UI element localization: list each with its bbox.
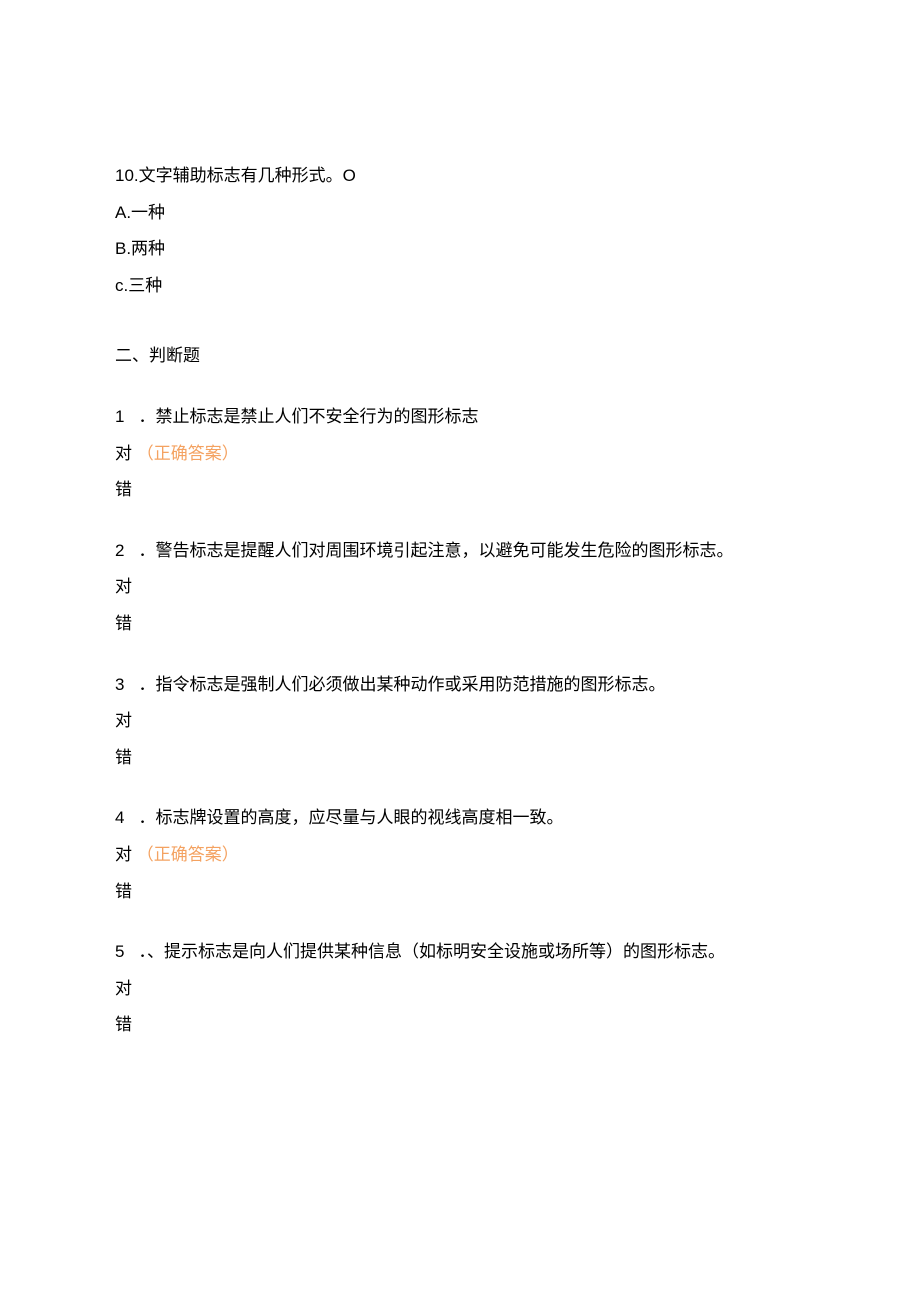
section-2-heading: 二、判断题 (115, 341, 805, 372)
tf3-num: 3 (115, 670, 124, 701)
tf3-true: 对 (115, 706, 805, 737)
tf5-num: 5 (115, 937, 124, 968)
tf4-stem-text: ．标志牌设置的高度，应尽量与人眼的视线高度相一致。 (138, 808, 563, 827)
tf2-false: 错 (115, 609, 805, 640)
tf1-num: 1 (115, 402, 124, 433)
tf4-false: 错 (115, 877, 805, 908)
tf3-false: 错 (115, 743, 805, 774)
tf5-stem-text: ．、提示标志是向人们提供某种信息（如标明安全设施或场所等）的图形标志。 (138, 942, 725, 961)
tf2-stem-text: ．警告标志是提醒人们对周围环境引起注意，以避免可能发生危险的图形标志。 (138, 541, 733, 560)
tf5-stem: 5 ．、提示标志是向人们提供某种信息（如标明安全设施或场所等）的图形标志。 (115, 937, 805, 968)
q10-option-b: B.两种 (115, 234, 805, 265)
document-page: 10.文字辅助标志有几种形式。O A.一种 B.两种 c.三种 二、判断题 1 ．… (0, 0, 920, 1127)
tf-question-1: 1 ．禁止标志是禁止人们不安全行为的图形标志 对 （正确答案） 错 (115, 402, 805, 506)
tf1-stem-text: ．禁止标志是禁止人们不安全行为的图形标志 (138, 407, 478, 426)
tf5-false: 错 (115, 1010, 805, 1041)
tf3-stem: 3 ．指令标志是强制人们必须做出某种动作或采用防范措施的图形标志。 (115, 670, 805, 701)
q10-option-c: c.三种 (115, 271, 805, 302)
tf-question-5: 5 ．、提示标志是向人们提供某种信息（如标明安全设施或场所等）的图形标志。 对 错 (115, 937, 805, 1041)
tf4-num: 4 (115, 803, 124, 834)
tf1-true: 对 （正确答案） (115, 439, 805, 470)
tf1-false: 错 (115, 475, 805, 506)
tf-question-4: 4 ．标志牌设置的高度，应尽量与人眼的视线高度相一致。 对 （正确答案） 错 (115, 803, 805, 907)
tf3-stem-text: ．指令标志是强制人们必须做出某种动作或采用防范措施的图形标志。 (138, 675, 665, 694)
tf2-num: 2 (115, 536, 124, 567)
q10-stem: 10.文字辅助标志有几种形式。O (115, 161, 805, 192)
correct-answer-tag: （正确答案） (137, 845, 239, 864)
tf4-true: 对 （正确答案） (115, 840, 805, 871)
tf2-true: 对 (115, 572, 805, 603)
tf4-true-label: 对 (115, 845, 132, 864)
tf-question-2: 2 ．警告标志是提醒人们对周围环境引起注意，以避免可能发生危险的图形标志。 对 错 (115, 536, 805, 640)
tf-question-3: 3 ．指令标志是强制人们必须做出某种动作或采用防范措施的图形标志。 对 错 (115, 670, 805, 774)
tf5-true: 对 (115, 974, 805, 1005)
tf4-stem: 4 ．标志牌设置的高度，应尽量与人眼的视线高度相一致。 (115, 803, 805, 834)
correct-answer-tag: （正确答案） (137, 444, 239, 463)
tf1-stem: 1 ．禁止标志是禁止人们不安全行为的图形标志 (115, 402, 805, 433)
q10-option-a: A.一种 (115, 198, 805, 229)
tf1-true-label: 对 (115, 444, 132, 463)
tf2-stem: 2 ．警告标志是提醒人们对周围环境引起注意，以避免可能发生危险的图形标志。 (115, 536, 805, 567)
